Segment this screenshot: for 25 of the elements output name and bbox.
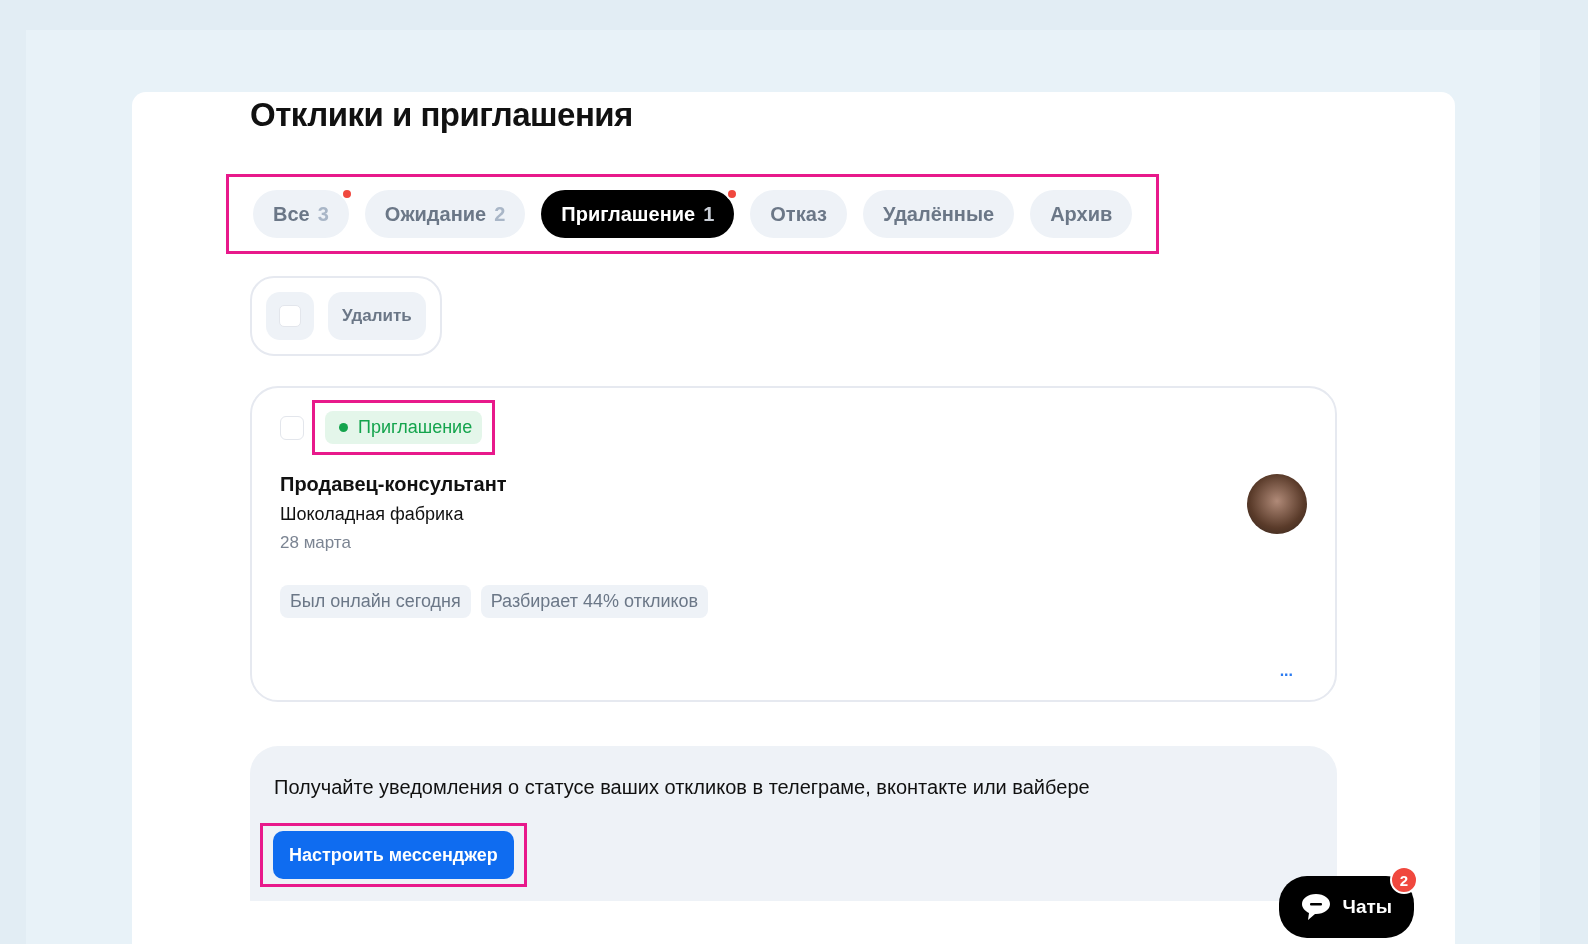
notification-text: Получайте уведомления о статусе ваших откликов в телеграме, вконтакте или вайбере: [274, 776, 1091, 799]
filter-tab[interactable]: Ожидание 2: [364, 190, 526, 238]
filter-tab[interactable]: Все 3: [253, 190, 349, 238]
response-checkbox[interactable]: [280, 415, 304, 440]
info-tag: Разбирает 44% откликов: [480, 585, 709, 618]
company-logo-placeholder: [1247, 474, 1307, 534]
filter-tab[interactable]: Приглашение 1: [541, 190, 735, 238]
filter-tab[interactable]: Отказ: [750, 190, 847, 238]
tab-count: 1: [703, 202, 715, 226]
response-date: 28 марта: [280, 533, 352, 553]
more-options-button[interactable]: ...: [1279, 662, 1293, 680]
filter-tab[interactable]: Архив: [1030, 190, 1133, 238]
company-name: Шоколадная фабрика: [280, 504, 465, 525]
tab-count: 3: [317, 202, 329, 226]
tab-count: 2: [494, 202, 506, 226]
status-label: Приглашение: [358, 417, 473, 438]
select-all-checkbox[interactable]: [266, 292, 314, 340]
response-card[interactable]: Приглашение Продавец-консультант Шоколадная фабрика 28 марта Был онлайн сегодня Разбирает 44% откликов ...: [250, 386, 1337, 702]
info-tag: Был онлайн сегодня: [280, 585, 471, 618]
setup-messenger-button[interactable]: Настроить мессенджер: [273, 831, 514, 879]
chat-bubble-icon: [1300, 893, 1331, 921]
delete-button[interactable]: Удалить: [328, 292, 426, 340]
filter-tab[interactable]: Удалённые: [862, 190, 1015, 238]
vacancy-title[interactable]: Продавец-консультант: [280, 473, 507, 496]
page-title: Отклики и приглашения: [250, 95, 634, 134]
